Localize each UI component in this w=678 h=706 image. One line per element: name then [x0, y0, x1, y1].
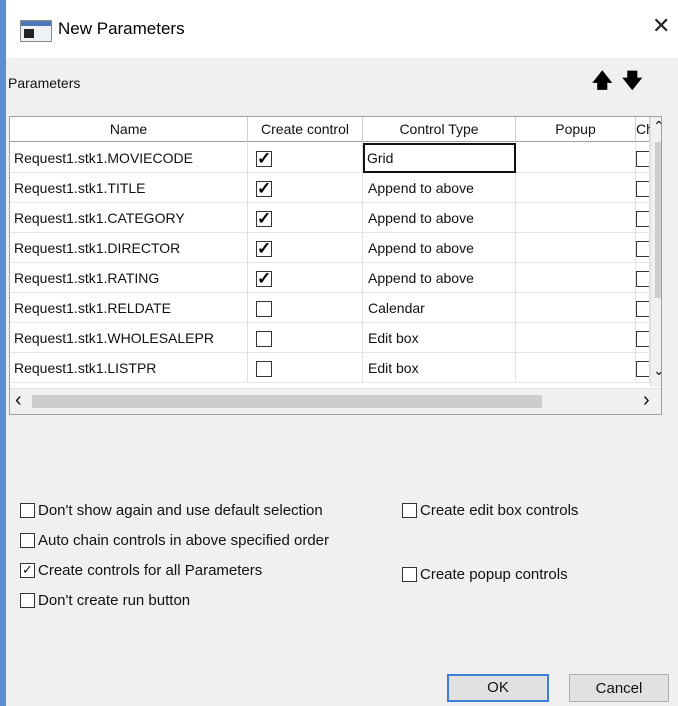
table-row[interactable]: Request1.stk1.WHOLESALEPR Edit box [10, 323, 650, 353]
vertical-scrollbar[interactable]: ⌃ ⌄ [650, 117, 661, 387]
param-name-cell[interactable]: Request1.stk1.CATEGORY [10, 203, 248, 233]
create-control-checkbox[interactable]: ✓ [256, 270, 272, 287]
scroll-left-icon[interactable]: ‹ [15, 390, 22, 410]
popup-cell[interactable] [516, 353, 636, 383]
create-control-cell[interactable]: ✓ [248, 203, 363, 233]
table-row[interactable]: Request1.stk1.DIRECTOR ✓ Append to above [10, 233, 650, 263]
create-control-checkbox[interactable] [256, 361, 272, 377]
create-control-cell[interactable]: ✓ [248, 263, 363, 293]
ch-cell[interactable] [636, 353, 650, 383]
create-control-cell[interactable] [248, 293, 363, 323]
popup-cell[interactable] [516, 173, 636, 203]
create-control-checkbox[interactable]: ✓ [256, 180, 272, 197]
checkbox-box[interactable] [402, 567, 417, 582]
col-header-create-control[interactable]: Create control [248, 117, 363, 142]
control-type-cell[interactable]: Append to above [363, 263, 516, 293]
col-header-ch[interactable]: Ch [636, 117, 654, 142]
move-up-icon[interactable]: 🡅 [592, 66, 613, 100]
create-control-cell[interactable]: ✓ [248, 233, 363, 263]
popup-cell[interactable] [516, 293, 636, 323]
no-run-button-label: Don't create run button [38, 592, 191, 609]
create-control-cell[interactable] [248, 353, 363, 383]
col-header-control-type[interactable]: Control Type [363, 117, 516, 142]
close-icon[interactable]: ✕ [652, 15, 670, 37]
cancel-button[interactable]: Cancel [569, 674, 669, 702]
window-title: New Parameters [58, 19, 185, 38]
title-bar: New Parameters ✕ [6, 0, 678, 58]
ch-checkbox[interactable] [636, 271, 649, 287]
auto-chain-label: Auto chain controls in above specified o… [38, 532, 330, 549]
col-header-name[interactable]: Name [10, 117, 248, 142]
param-name-cell[interactable]: Request1.stk1.LISTPR [10, 353, 248, 383]
popup-cell[interactable] [516, 323, 636, 353]
ch-cell[interactable] [636, 173, 650, 203]
popup-controls-label: Create popup controls [420, 566, 568, 583]
ch-cell[interactable] [636, 263, 650, 293]
create-control-cell[interactable] [248, 323, 363, 353]
ch-checkbox[interactable] [636, 181, 649, 197]
dont-show-again-label: Don't show again and use default selecti… [38, 502, 323, 519]
param-name-cell[interactable]: Request1.stk1.MOVIECODE [10, 143, 248, 173]
popup-cell[interactable] [516, 263, 636, 293]
param-name-cell[interactable]: Request1.stk1.RELDATE [10, 293, 248, 323]
table-row[interactable]: Request1.stk1.RATING ✓ Append to above [10, 263, 650, 293]
create-control-checkbox[interactable] [256, 301, 272, 317]
control-type-cell[interactable]: Append to above [363, 173, 516, 203]
ok-button[interactable]: OK [447, 674, 549, 702]
vertical-scroll-thumb[interactable] [655, 142, 661, 298]
table-row[interactable]: Request1.stk1.MOVIECODE ✓ Grid [10, 143, 650, 173]
move-down-icon[interactable]: 🡇 [622, 66, 643, 100]
create-control-checkbox[interactable]: ✓ [256, 150, 272, 167]
control-type-cell[interactable]: Calendar [363, 293, 516, 323]
horizontal-scrollbar[interactable]: ‹ › [10, 388, 661, 414]
control-type-cell[interactable]: Edit box [363, 353, 516, 383]
table-row[interactable]: Request1.stk1.TITLE ✓ Append to above [10, 173, 650, 203]
control-type-cell[interactable]: Append to above [363, 203, 516, 233]
param-name-cell[interactable]: Request1.stk1.RATING [10, 263, 248, 293]
ch-cell[interactable] [636, 233, 650, 263]
edit-box-controls-label: Create edit box controls [420, 502, 579, 519]
horizontal-scroll-thumb[interactable] [32, 395, 542, 408]
ch-checkbox[interactable] [636, 241, 649, 257]
table-row[interactable]: Request1.stk1.LISTPR Edit box [10, 353, 650, 383]
control-type-cell[interactable]: Edit box [363, 323, 516, 353]
popup-cell[interactable] [516, 143, 636, 173]
checkbox-box[interactable] [20, 533, 35, 548]
create-control-checkbox[interactable] [256, 331, 272, 347]
ch-cell[interactable] [636, 203, 650, 233]
popup-cell[interactable] [516, 233, 636, 263]
ch-cell[interactable] [636, 143, 650, 173]
table-row[interactable]: Request1.stk1.CATEGORY ✓ Append to above [10, 203, 650, 233]
parameters-table: Name Create control Control Type Popup C… [9, 116, 662, 415]
checkbox-box[interactable] [20, 593, 35, 608]
checkbox-box[interactable] [20, 503, 35, 518]
create-control-cell[interactable]: ✓ [248, 143, 363, 173]
checkbox-box[interactable] [402, 503, 417, 518]
control-type-cell[interactable]: Grid [363, 143, 516, 173]
ch-checkbox[interactable] [636, 301, 649, 317]
checkbox-box[interactable]: ✓ [20, 563, 35, 578]
app-window-icon [20, 20, 52, 42]
ch-cell[interactable] [636, 323, 650, 353]
ch-cell[interactable] [636, 293, 650, 323]
create-control-checkbox[interactable]: ✓ [256, 210, 272, 227]
ch-checkbox[interactable] [636, 211, 649, 227]
popup-cell[interactable] [516, 203, 636, 233]
parameters-label: Parameters [8, 75, 81, 91]
ch-checkbox[interactable] [636, 331, 649, 347]
create-all-label: Create controls for all Parameters [38, 562, 263, 579]
param-name-cell[interactable]: Request1.stk1.TITLE [10, 173, 248, 203]
param-name-cell[interactable]: Request1.stk1.WHOLESALEPR [10, 323, 248, 353]
param-name-cell[interactable]: Request1.stk1.DIRECTOR [10, 233, 248, 263]
scroll-up-icon[interactable]: ⌃ [653, 119, 661, 133]
control-type-cell[interactable]: Append to above [363, 233, 516, 263]
create-control-checkbox[interactable]: ✓ [256, 240, 272, 257]
ch-checkbox[interactable] [636, 151, 649, 167]
create-control-cell[interactable]: ✓ [248, 173, 363, 203]
scroll-down-icon[interactable]: ⌄ [653, 363, 661, 377]
scroll-right-icon[interactable]: › [643, 390, 650, 410]
col-header-popup[interactable]: Popup [516, 117, 636, 142]
table-row[interactable]: Request1.stk1.RELDATE Calendar [10, 293, 650, 323]
ch-checkbox[interactable] [636, 361, 649, 377]
